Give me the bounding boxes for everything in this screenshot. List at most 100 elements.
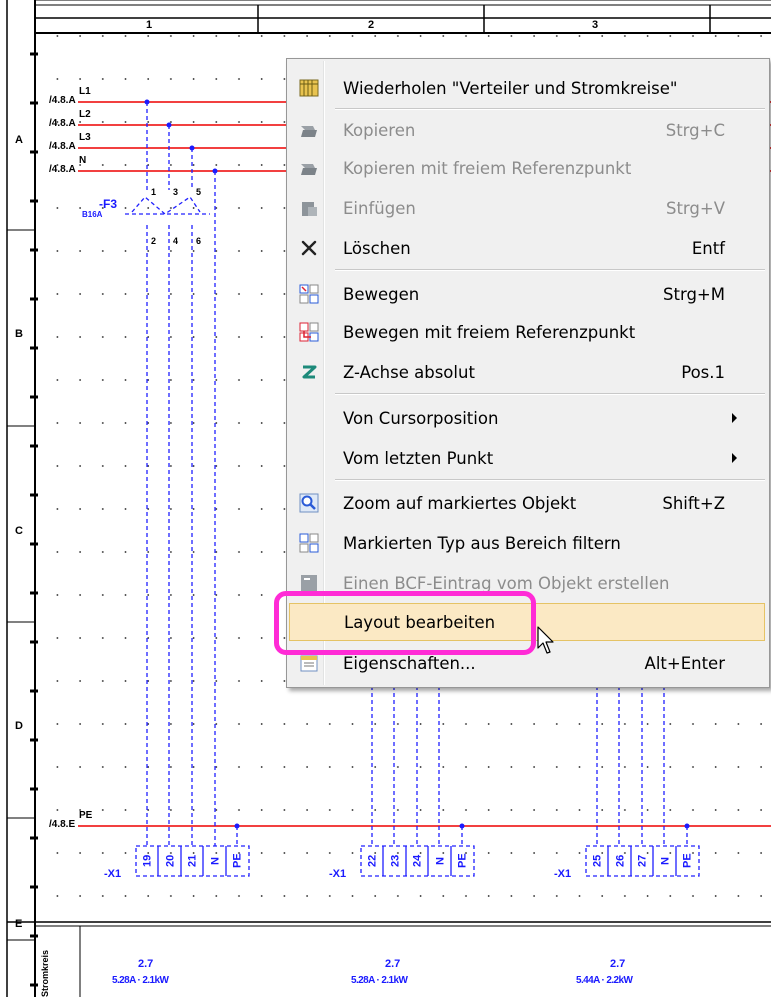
breaker-pin: 1	[151, 187, 157, 197]
menu-item-label: Löschen	[343, 238, 411, 258]
menu-item-label: Zoom auf markiertes Objekt	[343, 493, 577, 513]
wire-label-n: N	[79, 155, 87, 166]
zoom-icon	[299, 493, 319, 513]
breaker-name: -F3	[99, 197, 117, 211]
bcf-icon	[301, 575, 317, 591]
paste-icon	[302, 202, 317, 216]
terminal-pin: 21	[186, 854, 199, 868]
menu-item-from-cursor[interactable]: Von Cursorposition	[289, 399, 765, 437]
menu-item-label: Von Cursorposition	[343, 408, 499, 428]
circuit-value: 5.28A · 2.1kW	[112, 975, 169, 986]
menu-item-move[interactable]: Bewegen Strg+M	[289, 275, 765, 313]
breaker-rating: B16A	[82, 210, 103, 219]
terminal-name: -X1	[554, 868, 572, 880]
copy-ref-icon	[301, 164, 317, 175]
wire-label-l1: L1	[79, 86, 91, 97]
menu-item-label: Einen BCF-Eintrag vom Objekt erstellen	[343, 573, 670, 593]
terminal-name: -X1	[104, 868, 122, 880]
menu-item-repeat[interactable]: Wiederholen "Verteiler und Stromkreise"	[289, 69, 765, 107]
breaker-pin: 4	[173, 236, 179, 246]
terminal-strip[interactable]: 22 23 24 N PE	[361, 846, 474, 876]
copy-icon	[301, 126, 317, 137]
terminal-pin: 27	[636, 854, 649, 868]
row-label: D	[15, 720, 23, 732]
menu-shortcut: Strg+V	[665, 198, 725, 218]
filter-icon	[299, 533, 319, 553]
menu-item-zoom[interactable]: Zoom auf markiertes Objekt Shift+Z	[289, 484, 765, 522]
terminal-strip[interactable]: 25 26 27 N PE	[586, 846, 699, 876]
menu-shortcut: Strg+M	[663, 284, 725, 304]
delete-x-icon	[301, 240, 317, 256]
circuit-ref: 2.7	[610, 958, 626, 970]
menu-shortcut: Shift+Z	[662, 493, 725, 513]
wire-label-l2: L2	[79, 109, 91, 120]
terminal-pin: PE	[231, 853, 244, 869]
menu-shortcut: Pos.1	[681, 362, 725, 382]
terminal-pin: 26	[613, 854, 626, 868]
menu-shortcut: Entf	[691, 238, 725, 258]
menu-item-label: Kopieren	[343, 120, 416, 140]
move-ref-icon	[299, 322, 319, 342]
menu-item-label: Z-Achse absolut	[343, 362, 475, 382]
menu-item-label: Wiederholen "Verteiler und Stromkreise"	[343, 78, 678, 98]
wire-ref-l3: /4.8.A	[49, 141, 76, 152]
menu-shortcut: Alt+Enter	[644, 653, 725, 673]
terminal-pin: PE	[456, 853, 469, 869]
move-icon	[299, 284, 319, 304]
terminal-pin: N	[434, 857, 447, 865]
circuit-value: 5.28A · 2.1kW	[351, 975, 408, 986]
menu-item-label: Einfügen	[343, 198, 416, 218]
menu-item-from-last-point[interactable]: Vom letzten Punkt	[289, 439, 765, 477]
breaker-pin: 2	[151, 236, 157, 246]
column-label: 1	[146, 19, 153, 31]
wire-ref-pe: /4.8.E	[49, 819, 76, 830]
table-icon	[299, 79, 319, 97]
row-label: C	[15, 525, 23, 537]
row-label: A	[15, 134, 23, 146]
mouse-cursor-icon	[537, 626, 554, 654]
menu-item-label: Eigenschaften...	[343, 653, 476, 673]
circuit-ref: 2.7	[385, 958, 401, 970]
breaker-pin: 3	[173, 187, 179, 197]
menu-item-copy[interactable]: Kopieren Strg+C	[289, 111, 765, 149]
menu-item-paste[interactable]: Einfügen Strg+V	[289, 189, 765, 227]
terminal-strip[interactable]: 19 20 21 N PE	[136, 846, 249, 876]
row-label: E	[15, 918, 23, 930]
menu-item-label: Kopieren mit freiem Referenzpunkt	[343, 158, 632, 178]
wire-ref-l2: /4.8.A	[49, 118, 76, 129]
breaker-pin: 6	[196, 236, 202, 246]
terminal-pin: 23	[388, 854, 401, 868]
menu-item-delete[interactable]: Löschen Entf	[289, 229, 765, 267]
wire-ref-n: /4.8.A	[49, 164, 76, 175]
menu-item-filter[interactable]: Markierten Typ aus Bereich filtern	[289, 524, 765, 562]
menu-shortcut: Strg+C	[665, 120, 725, 140]
terminal-pin: N	[209, 857, 222, 865]
submenu-arrow-icon	[732, 453, 737, 463]
menu-item-z-axis[interactable]: Z-Achse absolut Pos.1	[289, 353, 765, 391]
terminal-pin: 22	[366, 854, 379, 868]
terminal-pin: 19	[141, 854, 154, 868]
terminal-pin: 25	[591, 854, 604, 868]
wire-label-pe: PE	[79, 810, 93, 821]
menu-item-label: Bewegen mit freiem Referenzpunkt	[343, 322, 636, 342]
menu-item-label: Markierten Typ aus Bereich filtern	[343, 533, 621, 553]
menu-item-label: Vom letzten Punkt	[343, 448, 494, 468]
column-label: 3	[592, 19, 599, 31]
terminal-pin: N	[659, 857, 672, 865]
properties-icon	[300, 655, 318, 672]
terminal-pin: PE	[681, 853, 694, 869]
highlight-annotation	[274, 591, 536, 655]
column-label: 2	[368, 19, 375, 31]
table-header: Stromkreis	[40, 949, 50, 997]
wire-label-l3: L3	[79, 132, 91, 143]
submenu-arrow-icon	[732, 413, 737, 423]
terminal-pin: 24	[411, 854, 424, 868]
circuit-value: 5.44A · 2.2kW	[576, 975, 633, 986]
row-label: B	[15, 328, 23, 340]
menu-item-copy-ref[interactable]: Kopieren mit freiem Referenzpunkt	[289, 149, 765, 187]
breaker-pin: 5	[196, 187, 202, 197]
terminal-pin: 20	[163, 854, 176, 868]
menu-item-move-ref[interactable]: Bewegen mit freiem Referenzpunkt	[289, 313, 765, 351]
z-axis-icon	[302, 365, 317, 379]
menu-item-label: Bewegen	[343, 284, 420, 304]
